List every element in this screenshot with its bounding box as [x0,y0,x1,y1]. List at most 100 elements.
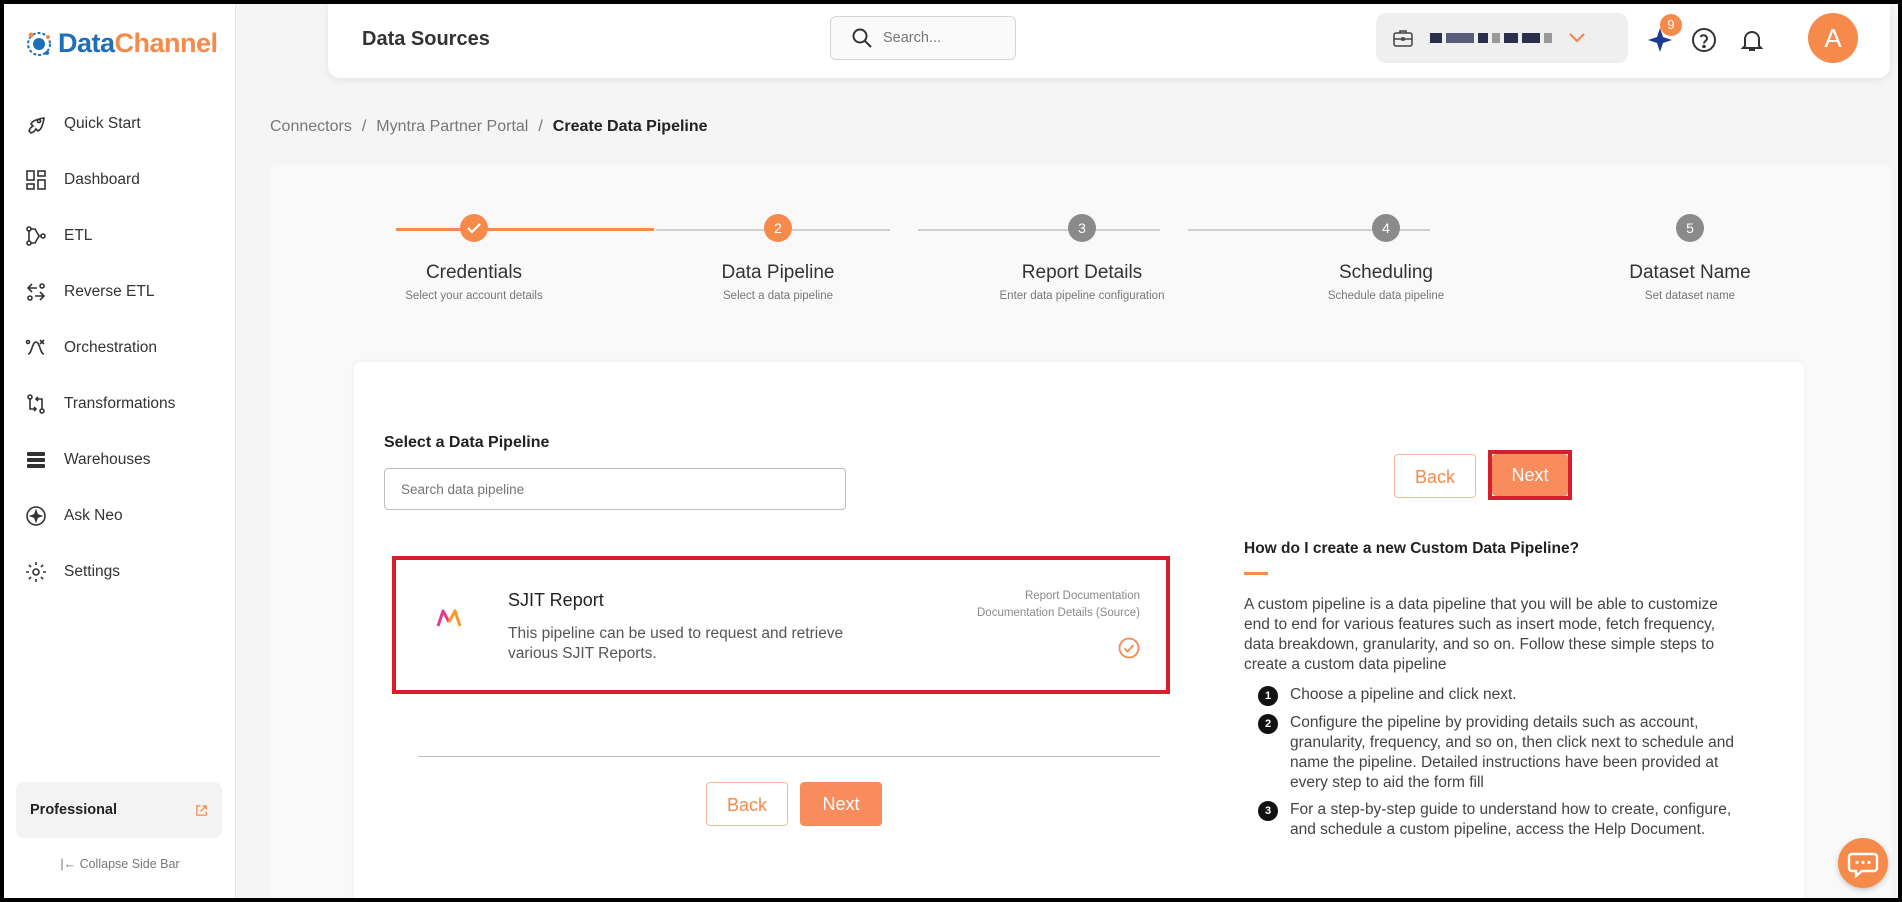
help-steps: 1 Choose a pipeline and click next. 2 Conf… [1244,685,1744,840]
help-step-number: 1 [1258,686,1278,706]
sidebar-item-label: Reverse ETL [64,283,155,300]
step-subtitle: Set dataset name [1644,290,1736,302]
breadcrumb-current: Create Data Pipeline [552,118,708,135]
pipeline-title: SJIT Report [508,590,604,610]
sidebar-item-quick-start[interactable]: Quick Start [4,96,235,152]
collapse-label: Collapse Side Bar [79,857,180,871]
briefcase-icon [1393,30,1413,47]
sidebar-item-label: Dashboard [64,171,140,188]
search-icon [852,28,872,48]
sidebar-item-etl[interactable]: ETL [4,208,235,264]
help-step-number: 2 [1258,714,1278,734]
step-data-pipeline[interactable]: 2 Data Pipeline Select a data pipeline [668,214,888,302]
search-input[interactable] [883,30,993,46]
datachannel-logo-icon [27,31,51,56]
warehouse-stack-icon [27,452,45,468]
collapse-sidebar-button[interactable]: |← Collapse Side Bar [4,857,236,871]
select-pipeline-label: Select a Data Pipeline [384,434,550,451]
chat-bubble-icon [1847,852,1879,879]
pipeline-option-sjit-report[interactable]: SJIT Report This pipeline can be used to… [396,560,1166,690]
workspace-name-redacted [1430,33,1552,43]
transformations-icon [27,394,45,414]
sidebar-item-label: Transformations [64,395,176,412]
documentation-details-link[interactable]: Documentation Details (Source) [977,605,1140,622]
step-credentials[interactable]: Credentials Select your account details [364,214,584,302]
help-section: How do I create a new Custom Data Pipeli… [1244,540,1744,847]
help-step-text: Choose a pipeline and click next. [1290,686,1517,703]
sidebar-item-ask-neo[interactable]: Ask Neo [4,488,235,544]
rocket-icon [28,117,45,134]
reverse-etl-icon [26,283,46,301]
sidebar-item-transformations[interactable]: Transformations [4,376,235,432]
external-link-icon[interactable] [195,804,208,817]
help-title: How do I create a new Custom Data Pipeli… [1244,540,1580,557]
step-number: 3 [1068,214,1096,242]
sidebar-item-label: Ask Neo [64,507,123,524]
sidebar-item-label: Orchestration [64,339,158,356]
next-button-top[interactable]: Next [1492,454,1568,496]
wizard-stepper: Credentials Select your account details … [270,164,1892,314]
step-title: Data Pipeline [721,262,835,283]
divider [418,756,1160,757]
myntra-logo-icon [436,609,462,627]
notification-count-badge: 9 [1660,14,1682,36]
sidebar-item-warehouses[interactable]: Warehouses [4,432,235,488]
etl-flow-icon [26,226,46,246]
sidebar-nav: Quick Start Dashboard ETL Reverse ETL Or… [4,96,235,600]
step-title: Dataset Name [1629,262,1751,283]
workspace-selector[interactable] [1376,13,1628,63]
gear-icon [26,562,46,582]
back-button-bottom[interactable]: Back [706,782,788,826]
bell-icon[interactable] [1738,26,1766,54]
brand-name: DataChannel [58,28,218,58]
step-subtitle: Select a data pipeline [723,290,833,302]
sidebar-item-orchestration[interactable]: Orchestration [4,320,235,376]
step-title: Report Details [1021,262,1143,283]
report-documentation-link[interactable]: Report Documentation [977,588,1140,605]
orchestration-icon [25,339,45,355]
step-number: 4 [1372,214,1400,242]
help-circle-icon[interactable] [1690,26,1718,54]
check-icon [460,214,488,242]
create-pipeline-panel: Credentials Select your account details … [270,164,1892,898]
collapse-arrow-icon: |← [60,857,80,871]
help-intro: A custom pipeline is a data pipeline tha… [1244,596,1718,673]
chat-button[interactable] [1838,838,1888,888]
user-avatar[interactable]: A [1808,13,1858,63]
breadcrumb-separator: / [538,118,543,135]
pipeline-description: This pipeline can be used to request and… [508,625,844,662]
pipeline-search-input[interactable] [384,468,846,510]
sidebar-item-dashboard[interactable]: Dashboard [4,152,235,208]
help-step: 2 Configure the pipeline by providing det… [1244,713,1744,793]
breadcrumb-connectors[interactable]: Connectors [270,118,352,136]
step-scheduling[interactable]: 4 Scheduling Schedule data pipeline [1276,214,1496,302]
page-title: Data Sources [362,28,490,50]
help-step-number: 3 [1258,801,1278,821]
chevron-down-icon [1569,33,1585,43]
breadcrumb-myntra-partner-portal[interactable]: Myntra Partner Portal [376,118,528,136]
sidebar-item-reverse-etl[interactable]: Reverse ETL [4,264,235,320]
sparkle-circle-icon [26,506,46,526]
step-title: Credentials [425,262,523,283]
plan-label: Professional [30,802,118,818]
next-button-bottom[interactable]: Next [800,782,882,826]
help-title-underline [1244,572,1268,575]
top-header: Data Sources 9 A [328,4,1890,78]
brand-logo[interactable]: DataChannel [24,28,218,59]
step-dataset-name[interactable]: 5 Dataset Name Set dataset name [1580,214,1800,302]
sidebar-item-label: Settings [64,563,121,580]
back-button-top[interactable]: Back [1394,454,1476,498]
global-search[interactable] [830,16,1016,60]
help-step-text: Configure the pipeline by providing deta… [1290,714,1735,791]
app-window: DataChannel Quick Start Dashboard ETL Re… [4,4,1898,898]
pipeline-doc-links: Report Documentation Documentation Detai… [977,588,1140,622]
breadcrumb-separator: / [361,118,367,135]
help-step-text: For a step-by-step guide to understand h… [1290,801,1732,838]
sidebar: DataChannel Quick Start Dashboard ETL Re… [4,4,236,898]
sidebar-item-label: Quick Start [64,115,141,132]
step-report-details[interactable]: 3 Report Details Enter data pipeline con… [972,214,1192,302]
plan-card[interactable]: Professional [16,782,222,838]
sidebar-item-settings[interactable]: Settings [4,544,235,600]
sidebar-item-label: Warehouses [64,451,151,468]
help-step: 3 For a step-by-step guide to understand … [1244,800,1744,840]
